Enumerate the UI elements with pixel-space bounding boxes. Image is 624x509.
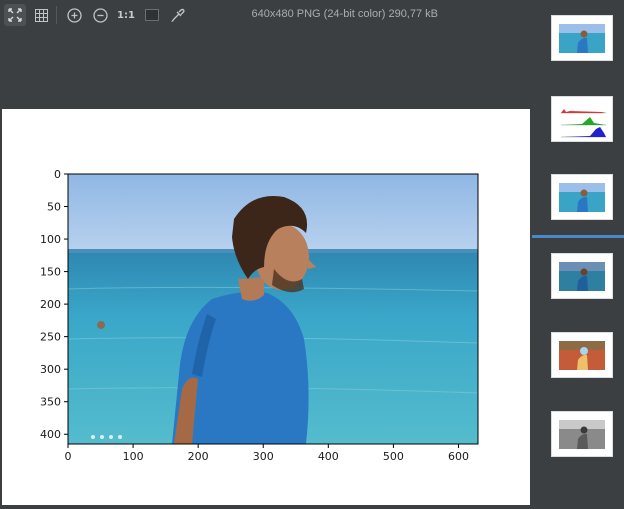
zoom-out-icon	[92, 7, 108, 23]
histogram-thumbnail-icon	[561, 109, 606, 138]
image-file-info: 640x480 PNG (24-bit color) 290,77 kB	[251, 8, 439, 20]
thumbnail-beach-photo-2[interactable]	[551, 174, 613, 220]
y-tick-label: 0	[54, 168, 61, 181]
image-preview-canvas[interactable]: 0 100 200 300 400 500 600 0 50 100 150 200 250 300 35…	[2, 109, 530, 505]
thumbnail-rgb-histogram[interactable]	[551, 96, 613, 142]
actual-size-label: 1:1	[117, 9, 135, 21]
toolbar-separator	[56, 6, 57, 24]
y-tick-label: 200	[40, 298, 61, 311]
image-plot: 0 100 200 300 400 500 600 0 50 100 150 200 250 300 35…	[40, 168, 479, 463]
photo-thumbnail-icon	[559, 262, 605, 291]
x-tick-label: 400	[318, 450, 339, 463]
zoom-in-button[interactable]	[63, 4, 85, 26]
thumbnail-grayscale-photo[interactable]	[551, 411, 613, 457]
y-axis: 0 50 100 150 200 250 300 350 400	[40, 168, 68, 441]
x-tick-label: 200	[188, 450, 209, 463]
x-tick-label: 100	[123, 450, 144, 463]
background-toggle-button[interactable]	[141, 4, 163, 26]
x-tick-label: 300	[253, 450, 274, 463]
x-axis: 0 100 200 300 400 500 600	[65, 444, 469, 463]
background-icon	[145, 9, 159, 21]
y-tick-label: 400	[40, 428, 61, 441]
y-tick-label: 300	[40, 363, 61, 376]
grid-icon	[34, 8, 48, 22]
x-tick-label: 600	[448, 450, 469, 463]
zoom-in-icon	[66, 7, 82, 23]
thumbnail-inverted-photo[interactable]	[551, 332, 613, 378]
grid-button[interactable]	[30, 4, 52, 26]
y-tick-label: 350	[40, 396, 61, 409]
actual-size-button[interactable]: 1:1	[115, 4, 137, 26]
beach-photo	[67, 174, 479, 444]
x-tick-label: 0	[65, 450, 72, 463]
x-tick-label: 500	[383, 450, 404, 463]
grayscale-photo-thumbnail-icon	[559, 420, 605, 449]
selection-indicator	[532, 235, 624, 238]
photo-thumbnail-icon	[559, 183, 605, 212]
fit-to-window-button[interactable]	[4, 4, 26, 26]
image-toolbar: 1:1 640x480 PNG (24-bit color) 290,77 kB	[0, 0, 532, 30]
y-tick-label: 100	[40, 233, 61, 246]
thumbnail-beach-photo-1[interactable]	[551, 15, 613, 61]
eyedropper-icon	[171, 8, 185, 22]
zoom-out-button[interactable]	[89, 4, 111, 26]
y-tick-label: 150	[40, 266, 61, 279]
fit-to-window-icon	[8, 8, 22, 22]
thumbnail-beach-photo-3[interactable]	[551, 253, 613, 299]
y-tick-label: 50	[47, 201, 61, 214]
color-picker-button[interactable]	[167, 4, 189, 26]
y-tick-label: 250	[40, 331, 61, 344]
photo-thumbnail-icon	[559, 24, 605, 53]
inverted-photo-thumbnail-icon	[559, 341, 605, 370]
